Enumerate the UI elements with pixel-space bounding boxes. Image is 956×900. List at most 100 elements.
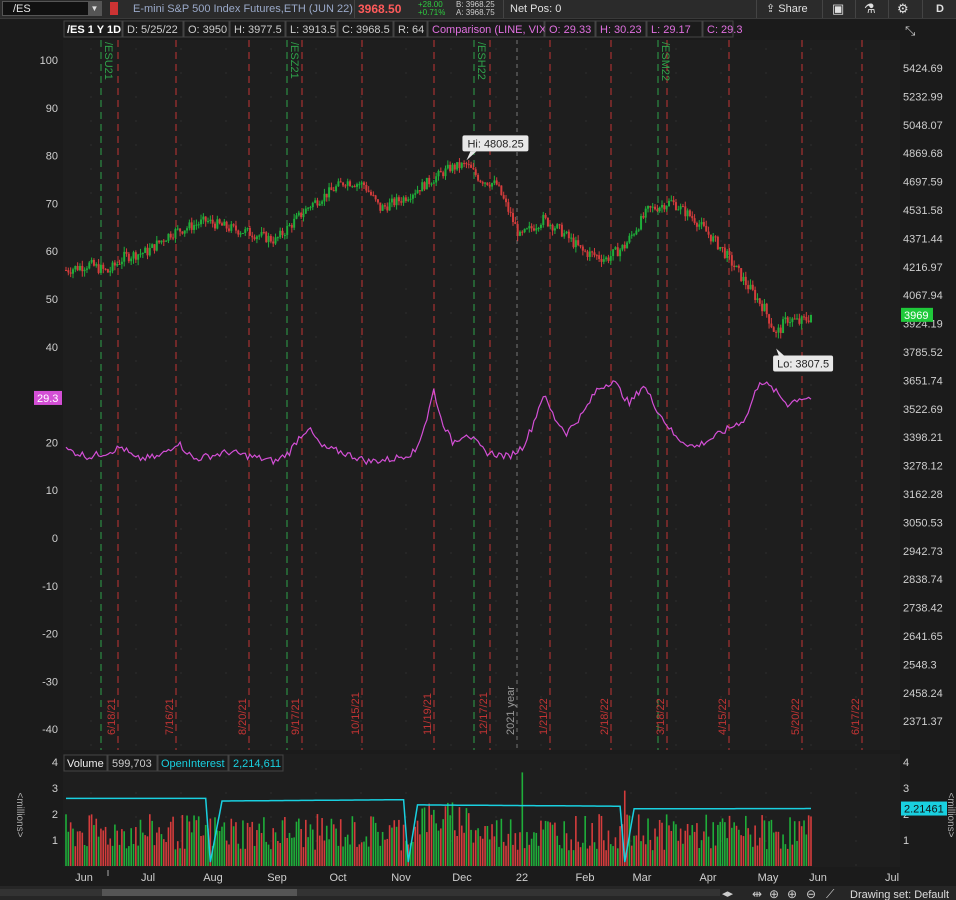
candle-body (765, 303, 768, 315)
candle-body (148, 247, 151, 256)
candle-body (553, 228, 556, 231)
volume-bar (123, 831, 126, 866)
volume-bar (258, 823, 261, 866)
volume-bar (568, 850, 570, 866)
volume-axis-tick: 1 (52, 835, 58, 847)
volume-bar (449, 815, 451, 866)
volume-bar (763, 820, 766, 866)
volume-bar (309, 824, 312, 866)
volume-bar (733, 822, 735, 866)
pan-icon[interactable]: ⊕ (769, 887, 779, 900)
volume-bar (162, 839, 165, 866)
last-price-tag-text: 3969 (904, 310, 928, 322)
volume-bar (300, 828, 302, 866)
candle-body (807, 320, 810, 323)
drawing-set-label[interactable]: Drawing set: Default (850, 889, 949, 900)
candle-body (132, 252, 135, 259)
candle-body (733, 265, 736, 268)
volume-bar (679, 828, 682, 866)
candle-body (102, 264, 105, 269)
left-right-icon[interactable]: ◂▸ (722, 888, 734, 900)
candle-body (374, 195, 377, 200)
chart-title: /ES 1 Y 1D (67, 24, 121, 36)
volume-bar (509, 819, 512, 866)
volume-bar (272, 828, 275, 866)
price-axis-tick: 4531.58 (903, 205, 943, 217)
volume-bar (76, 831, 79, 866)
volume-bar (756, 845, 759, 866)
volume-bar (770, 819, 773, 866)
volume-bar (738, 829, 740, 866)
volume-bar (281, 820, 284, 866)
candle-body (300, 212, 303, 218)
candle-body (307, 207, 310, 209)
month-axis-label: May (758, 872, 779, 884)
scrollbar-thumb[interactable] (102, 889, 297, 896)
volume-bar (572, 850, 575, 866)
candle-body (698, 224, 701, 227)
zoom-out-icon[interactable]: ⊖ (806, 887, 816, 900)
volume-bar (600, 815, 603, 866)
candle-body (707, 231, 710, 235)
volume-bar (665, 814, 668, 866)
pencil-icon[interactable]: ⟋ (826, 887, 835, 900)
date-marker-label: 2021 year (505, 686, 517, 735)
candle-body (281, 230, 284, 236)
candle-body (411, 194, 414, 199)
volume-bar (577, 841, 579, 866)
candle-body (749, 284, 752, 290)
candle-body (160, 240, 163, 243)
volume-bar (223, 822, 226, 866)
price-axis-tick: 2371.37 (903, 716, 943, 728)
volume-bar (111, 845, 114, 866)
price-axis-tick: 2458.24 (903, 688, 943, 700)
volume-bar (165, 842, 167, 866)
volume-bar (544, 820, 547, 866)
date-marker-label: 5/20/22 (790, 698, 802, 735)
candle-body (672, 200, 675, 203)
volume-bar (372, 816, 375, 866)
volume-bar (279, 843, 281, 866)
candle-body (626, 242, 629, 249)
volume-bar (400, 850, 403, 866)
volume-bar (86, 846, 88, 866)
volume-bar (188, 821, 191, 866)
candle-body (686, 210, 689, 217)
candle-body (216, 219, 219, 229)
zoom-in-icon[interactable]: ⊕ (787, 887, 797, 900)
candle-body (158, 240, 161, 243)
candle-body (239, 233, 242, 235)
candle-body (684, 206, 687, 217)
volume-bar (346, 834, 349, 866)
volume-bar (253, 845, 256, 866)
candle-body (796, 318, 799, 320)
volume-bar (602, 840, 605, 866)
candle-body (304, 208, 307, 214)
volume-bar (128, 846, 130, 866)
candle-body (404, 197, 407, 201)
volume-bar (316, 814, 319, 866)
date-marker-label: 12/17/21 (478, 692, 490, 735)
volume-bar (426, 832, 428, 866)
volume-bar (519, 832, 521, 866)
candle-body (113, 262, 116, 266)
volume-bar (225, 840, 228, 866)
volume-bar (193, 815, 195, 866)
candle-body (90, 259, 93, 263)
volume-bar (216, 830, 219, 866)
price-chart[interactable]: /ES 1 Y 1D D: 5/25/22 O: 3950 H: 3977.5 … (0, 0, 956, 900)
candle-body (502, 195, 505, 199)
volume-bar (335, 828, 337, 866)
volume-bar (97, 836, 100, 866)
candle-body (283, 234, 286, 236)
collapse-icon[interactable]: ⤡ (905, 23, 916, 38)
candle-body (165, 240, 168, 242)
volume-bar (158, 827, 160, 866)
expand-icon[interactable]: ⇹ (752, 887, 762, 900)
volume-bar (167, 827, 170, 866)
candle-body (742, 276, 745, 282)
candle-body (670, 200, 673, 202)
candle-body (549, 224, 552, 227)
volume-bar (696, 823, 698, 866)
volume-bar (204, 824, 207, 866)
